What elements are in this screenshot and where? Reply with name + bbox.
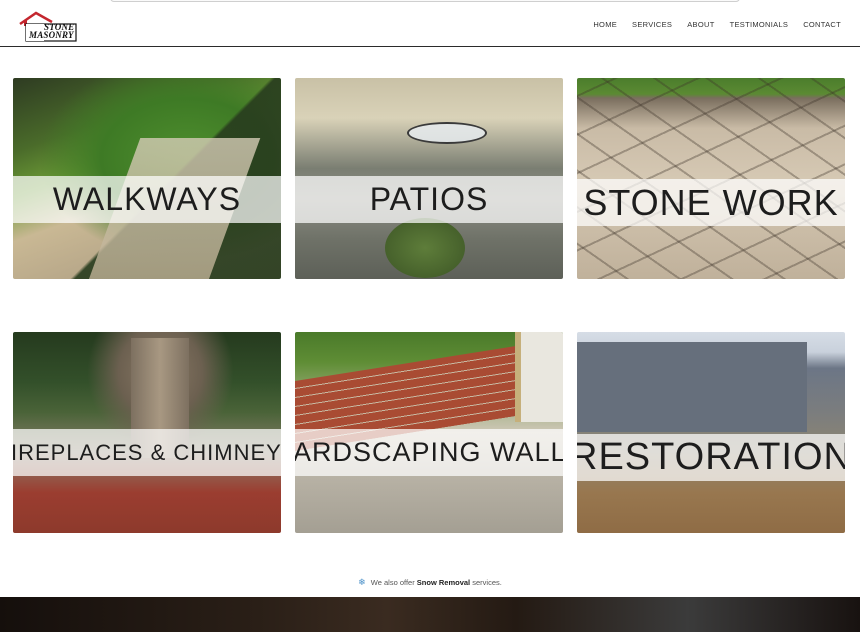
tile-label-band: FIREPLACES & CHIMNEYS [13,429,281,476]
site-header: STONE MASONRY HOME SERVICES ABOUT TESTIM… [0,6,860,47]
tile-label-band: STONE WORK [577,179,845,226]
tile-label: WALKWAYS [52,181,242,217]
company-logo[interactable]: STONE MASONRY [18,10,78,42]
tile-label: FIREPLACES & CHIMNEYS [13,439,281,465]
tile-label-band: HARDSCAPING WALLS [295,429,563,476]
tile-label: HARDSCAPING WALLS [295,437,563,467]
tile-label: PATIOS [369,181,489,217]
garage-photo-detail [515,332,563,422]
main-nav: HOME SERVICES ABOUT TESTIMONIALS CONTACT [578,20,841,29]
house-photo-detail [577,342,807,432]
address-bar-edge [110,0,740,2]
tile-label-band: RESTORATION [577,434,845,481]
snow-note-prefix: We also offer [370,578,415,587]
patio-plant-photo-detail [385,218,465,278]
nav-services[interactable]: SERVICES [632,20,672,29]
nav-home[interactable]: HOME [593,20,617,29]
nav-about[interactable]: ABOUT [687,20,714,29]
snow-removal-note: ❄ We also offer Snow Removal services. [0,577,860,588]
footer-hero-image [0,597,860,632]
patio-table-photo-detail [407,122,487,144]
nav-testimonials[interactable]: TESTIMONIALS [730,20,789,29]
service-tile-walkways[interactable]: WALKWAYS [13,78,281,279]
nav-contact[interactable]: CONTACT [803,20,841,29]
logo-text-line2: MASONRY [29,30,74,40]
snow-removal-link[interactable]: Snow Removal [417,578,470,587]
snow-note-suffix: services. [472,578,502,587]
tile-label: RESTORATION [577,436,845,478]
service-tile-restoration[interactable]: RESTORATION [577,332,845,533]
service-tile-patios[interactable]: PATIOS [295,78,563,279]
tile-label-band: WALKWAYS [13,176,281,223]
tile-label: STONE WORK [583,181,839,223]
service-tile-hardscaping-walls[interactable]: HARDSCAPING WALLS [295,332,563,533]
snowflake-icon: ❄ [358,577,366,587]
tile-label-band: PATIOS [295,176,563,223]
service-tile-fireplaces[interactable]: FIREPLACES & CHIMNEYS [13,332,281,533]
service-tile-stone-work[interactable]: STONE WORK [577,78,845,279]
